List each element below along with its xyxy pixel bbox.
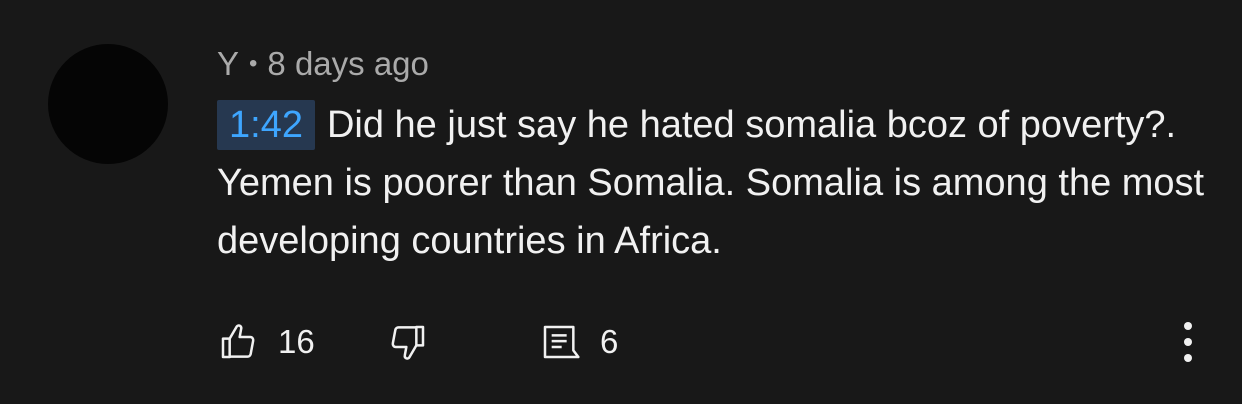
more-options-button[interactable]	[1170, 319, 1206, 363]
thumbs-down-icon	[388, 322, 428, 362]
like-count: 16	[278, 323, 315, 360]
comment-body: Did he just say he hated somalia bcoz of…	[217, 104, 1205, 262]
like-button[interactable]: 16	[218, 318, 315, 366]
more-vertical-icon-dot	[1184, 354, 1192, 362]
reply-count: 6	[600, 323, 619, 360]
avatar[interactable]	[48, 44, 168, 164]
comment-actions: 16 6	[218, 318, 1208, 366]
dislike-button[interactable]	[388, 318, 428, 366]
comment-age: 8 days ago	[267, 45, 429, 82]
more-vertical-icon-dot	[1184, 338, 1192, 346]
author-name[interactable]: Y	[217, 45, 239, 82]
comment-text: 1:42 Did he just say he hated somalia bco…	[217, 96, 1207, 270]
thumbs-up-icon	[218, 322, 258, 362]
more-vertical-icon	[1184, 322, 1192, 330]
reply-button[interactable]: 6	[540, 318, 618, 366]
comment-icon	[540, 322, 580, 362]
comment-thread: Y • 8 days ago 1:42 Did he just say he hate…	[0, 0, 1242, 404]
timestamp-link[interactable]: 1:42	[217, 100, 315, 150]
separator-dot: •	[249, 50, 258, 77]
comment-header: Y • 8 days ago	[217, 44, 429, 84]
